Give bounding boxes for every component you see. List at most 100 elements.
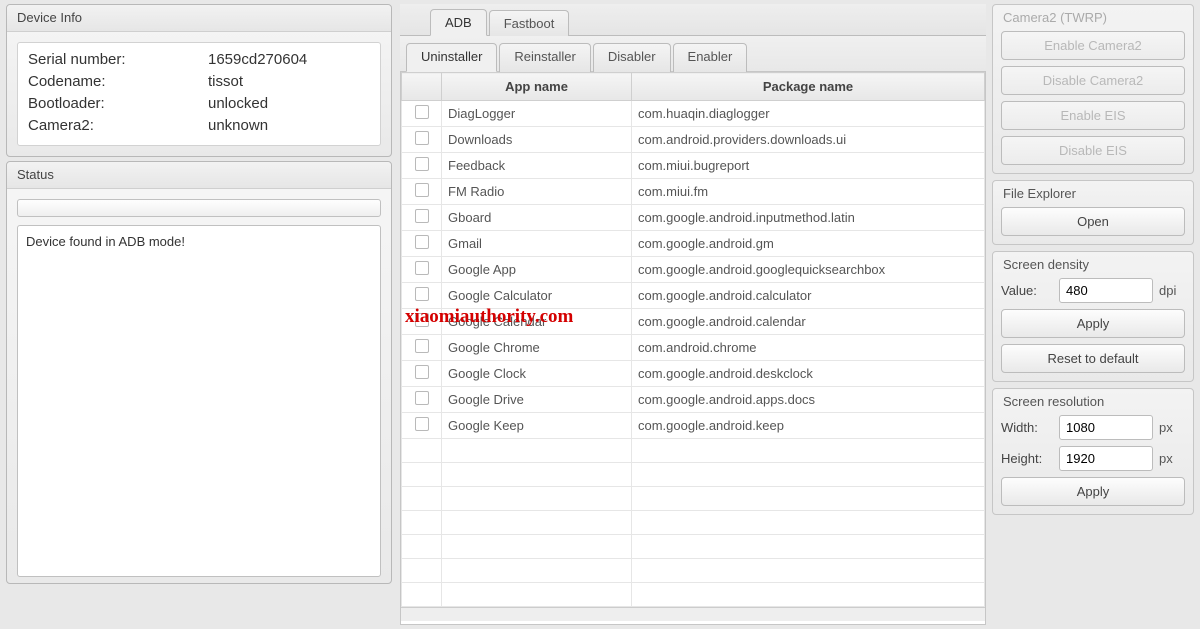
subtab-disabler[interactable]: Disabler [593,43,671,72]
table-row-empty [402,559,985,583]
subtab-uninstaller[interactable]: Uninstaller [406,43,497,72]
subtab-enabler[interactable]: Enabler [673,43,748,72]
table-row-empty [402,511,985,535]
row-checkbox[interactable] [415,417,429,431]
subtab-reinstaller[interactable]: Reinstaller [499,43,590,72]
cell-package-name: com.android.chrome [632,335,985,361]
status-panel: Status Device found in ADB mode! [6,161,392,584]
tab-adb[interactable]: ADB [430,9,487,36]
value-bootloader: unlocked [208,93,307,115]
table-row-empty [402,583,985,607]
sub-tabbar: Uninstaller Reinstaller Disabler Enabler [400,36,986,72]
row-checkbox[interactable] [415,313,429,327]
table-row[interactable]: Google Calendarcom.google.android.calend… [402,309,985,335]
progress-bar [17,199,381,217]
cell-app-name: FM Radio [442,179,632,205]
density-apply-button[interactable]: Apply [1001,309,1185,338]
row-checkbox[interactable] [415,287,429,301]
device-info-title: Device Info [7,5,391,32]
screen-density-group: Screen density Value: dpi Apply Reset to… [992,251,1194,382]
open-file-explorer-button[interactable]: Open [1001,207,1185,236]
camera2-group: Camera2 (TWRP) Enable Camera2 Disable Ca… [992,4,1194,174]
density-value-input[interactable] [1059,278,1153,303]
screen-density-title: Screen density [1001,252,1185,278]
file-explorer-group: File Explorer Open [992,180,1194,245]
cell-app-name: DiagLogger [442,101,632,127]
value-codename: tissot [208,71,307,93]
file-explorer-title: File Explorer [1001,181,1185,207]
row-checkbox[interactable] [415,235,429,249]
disable-camera2-button[interactable]: Disable Camera2 [1001,66,1185,95]
screen-resolution-title: Screen resolution [1001,389,1185,415]
cell-package-name: com.android.providers.downloads.ui [632,127,985,153]
row-checkbox[interactable] [415,365,429,379]
row-checkbox[interactable] [415,339,429,353]
app-table: App name Package name DiagLoggercom.huaq… [401,72,985,607]
cell-package-name: com.google.android.calculator [632,283,985,309]
table-row[interactable]: Gmailcom.google.android.gm [402,231,985,257]
table-row-empty [402,463,985,487]
table-row[interactable]: Feedbackcom.miui.bugreport [402,153,985,179]
resolution-apply-button[interactable]: Apply [1001,477,1185,506]
cell-app-name: Gboard [442,205,632,231]
cell-app-name: Downloads [442,127,632,153]
label-bootloader: Bootloader: [28,93,208,115]
cell-package-name: com.huaqin.diaglogger [632,101,985,127]
cell-package-name: com.miui.fm [632,179,985,205]
table-row[interactable]: Google Calculatorcom.google.android.calc… [402,283,985,309]
resolution-width-input[interactable] [1059,415,1153,440]
table-row[interactable]: Google Appcom.google.android.googlequick… [402,257,985,283]
tab-fastboot[interactable]: Fastboot [489,10,570,36]
table-row[interactable]: Google Keepcom.google.android.keep [402,413,985,439]
cell-app-name: Google Keep [442,413,632,439]
resolution-height-label: Height: [1001,451,1053,466]
resolution-width-label: Width: [1001,420,1053,435]
table-row[interactable]: Gboardcom.google.android.inputmethod.lat… [402,205,985,231]
cell-package-name: com.google.android.gm [632,231,985,257]
disable-eis-button[interactable]: Disable EIS [1001,136,1185,165]
row-checkbox[interactable] [415,209,429,223]
row-checkbox[interactable] [415,157,429,171]
app-table-container: App name Package name DiagLoggercom.huaq… [400,72,986,625]
density-reset-button[interactable]: Reset to default [1001,344,1185,373]
table-row[interactable]: Downloadscom.android.providers.downloads… [402,127,985,153]
enable-camera2-button[interactable]: Enable Camera2 [1001,31,1185,60]
row-checkbox[interactable] [415,391,429,405]
status-log: Device found in ADB mode! [17,225,381,577]
table-row[interactable]: Google Drivecom.google.android.apps.docs [402,387,985,413]
table-row-empty [402,487,985,511]
status-title: Status [7,162,391,189]
cell-package-name: com.google.android.keep [632,413,985,439]
enable-eis-button[interactable]: Enable EIS [1001,101,1185,130]
table-row[interactable]: DiagLoggercom.huaqin.diaglogger [402,101,985,127]
cell-app-name: Gmail [442,231,632,257]
label-serial: Serial number: [28,49,208,71]
label-codename: Codename: [28,71,208,93]
table-row[interactable]: FM Radiocom.miui.fm [402,179,985,205]
cell-package-name: com.miui.bugreport [632,153,985,179]
density-unit: dpi [1159,283,1185,298]
table-row-empty [402,439,985,463]
col-checkbox [402,73,442,101]
camera2-title: Camera2 (TWRP) [1001,5,1185,31]
cell-app-name: Feedback [442,153,632,179]
cell-package-name: com.google.android.calendar [632,309,985,335]
cell-app-name: Google App [442,257,632,283]
resolution-height-unit: px [1159,451,1185,466]
cell-package-name: com.google.android.apps.docs [632,387,985,413]
cell-app-name: Google Clock [442,361,632,387]
resolution-height-input[interactable] [1059,446,1153,471]
status-message: Device found in ADB mode! [26,234,185,249]
density-value-label: Value: [1001,283,1053,298]
row-checkbox[interactable] [415,105,429,119]
cell-app-name: Google Drive [442,387,632,413]
row-checkbox[interactable] [415,131,429,145]
row-checkbox[interactable] [415,183,429,197]
cell-package-name: com.google.android.googlequicksearchbox [632,257,985,283]
cell-app-name: Google Calculator [442,283,632,309]
table-hscrollbar[interactable] [401,607,985,621]
table-row[interactable]: Google Chromecom.android.chrome [402,335,985,361]
cell-app-name: Google Calendar [442,309,632,335]
table-row[interactable]: Google Clockcom.google.android.deskclock [402,361,985,387]
row-checkbox[interactable] [415,261,429,275]
